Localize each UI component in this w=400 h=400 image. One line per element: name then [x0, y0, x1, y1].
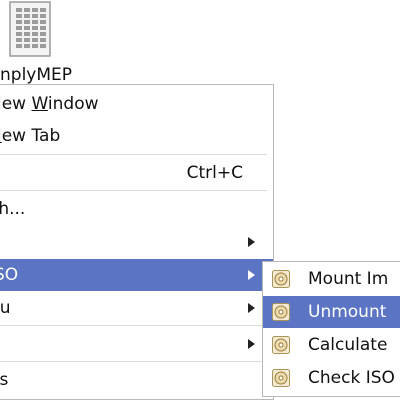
menu-item-label: ch...	[0, 199, 26, 219]
context-menu: New Window New Tab Ctrl+C ch... ISO nu e…	[0, 84, 274, 400]
spreadsheet-file-icon[interactable]	[8, 0, 54, 60]
submenu-arrow-icon	[248, 270, 255, 280]
iso-submenu: Mount Im Unmount Calculate Check ISO	[262, 261, 400, 397]
menu-item-submenu-4[interactable]	[0, 328, 273, 360]
disc-image-icon	[272, 303, 290, 321]
menu-item-label: ISO	[0, 265, 19, 285]
menu-item-new-tab[interactable]: New Tab	[0, 120, 273, 152]
menu-item-properties[interactable]: es	[0, 364, 273, 396]
menu-item-label-pre: New	[0, 94, 27, 114]
menu-separator	[0, 361, 267, 362]
submenu-item-check-iso[interactable]: Check ISO	[263, 362, 400, 394]
submenu-item-label: Unmount	[308, 302, 387, 322]
menu-item-label-rest: ew Tab	[1, 126, 61, 146]
submenu-arrow-icon	[248, 303, 255, 313]
menu-item-copy[interactable]: Ctrl+C	[0, 157, 273, 189]
menu-item-search[interactable]: ch...	[0, 193, 273, 225]
submenu-item-mount[interactable]: Mount Im	[263, 263, 400, 295]
menu-item-iso[interactable]: ISO	[0, 259, 273, 291]
menu-item-label: es	[0, 370, 9, 390]
menu-item-submenu-3[interactable]: nu	[0, 292, 273, 324]
disc-image-icon	[272, 336, 290, 354]
file-label[interactable]: nplyMEP	[0, 64, 72, 86]
menu-separator	[0, 325, 267, 326]
submenu-item-label: Calculate	[308, 335, 388, 355]
submenu-item-label: Check ISO	[308, 368, 395, 388]
submenu-item-unmount[interactable]: Unmount	[263, 296, 400, 328]
menu-item-label: New Window	[0, 94, 99, 114]
menu-separator	[0, 154, 267, 155]
submenu-arrow-icon	[248, 339, 255, 349]
menu-item-submenu-1[interactable]	[0, 226, 273, 258]
disc-image-icon	[272, 270, 290, 288]
menu-item-new-window[interactable]: New Window	[0, 88, 273, 120]
submenu-item-calculate[interactable]: Calculate	[263, 329, 400, 361]
menu-item-label: nu	[0, 298, 11, 318]
submenu-arrow-icon	[248, 237, 255, 247]
menu-item-label: New Tab	[0, 126, 60, 146]
menu-item-accel: W	[31, 94, 48, 114]
menu-item-label-post: indow	[47, 94, 99, 114]
disc-image-icon	[272, 369, 290, 387]
menu-item-shortcut: Ctrl+C	[186, 163, 243, 183]
menu-separator	[0, 190, 267, 191]
submenu-item-label: Mount Im	[308, 269, 389, 289]
